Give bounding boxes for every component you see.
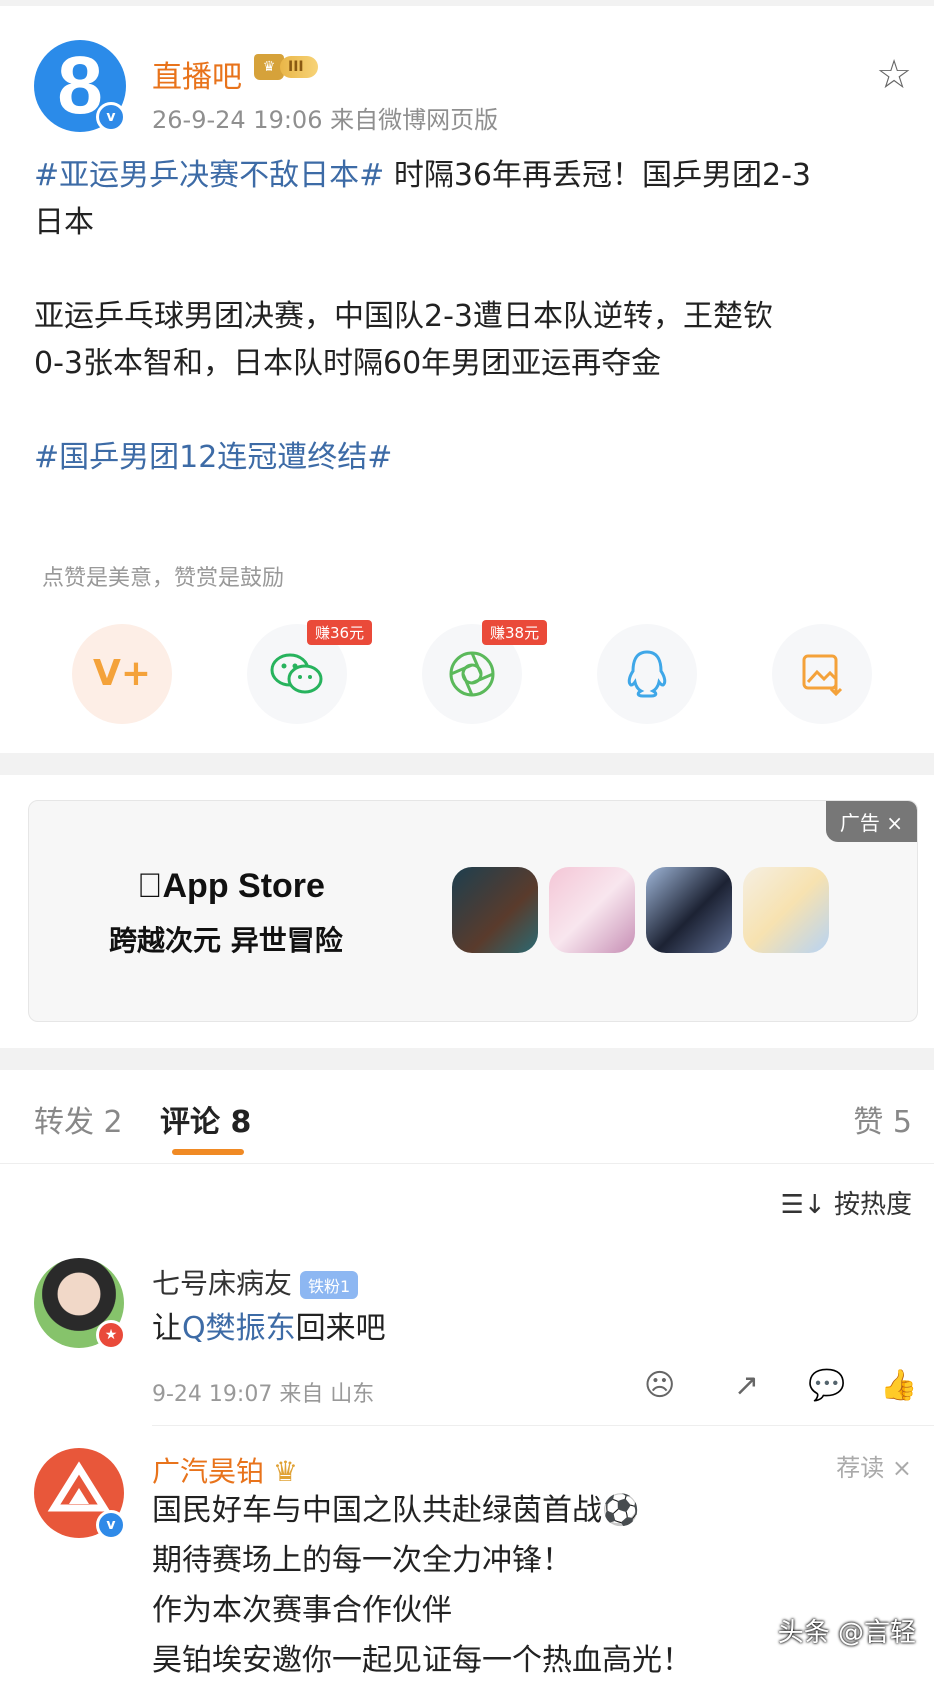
apple-icon:  xyxy=(137,867,163,905)
sort-icon: ☰↓ xyxy=(780,1190,834,1220)
verified-icon: v xyxy=(96,1510,126,1540)
watermark: 头条 @言轻 xyxy=(777,1618,916,1648)
share-row: V+ 赚36元 赚38元 xyxy=(72,620,872,728)
sponsored-comment-text: 国民好车与中国之队共赴绿茵首战⚽ 期待赛场上的每一次全力冲锋！ 作为本次赛事合作… xyxy=(152,1493,692,1678)
favorite-star-icon[interactable]: ☆ xyxy=(876,52,912,98)
share-moments-button[interactable]: 赚38元 xyxy=(422,620,548,724)
section-separator xyxy=(0,753,934,775)
top-divider xyxy=(0,0,934,6)
like-icon[interactable]: 👍 xyxy=(880,1368,917,1403)
game-icon[interactable] xyxy=(743,867,829,953)
earn-badge: 赚38元 xyxy=(482,620,548,645)
verified-icon: v xyxy=(96,102,126,132)
comment-tabs: 转发 2 评论 8 赞 5 xyxy=(0,1071,934,1165)
member-level-badge: ♛ III xyxy=(254,54,318,80)
post-content: #亚运男乒决赛不敌日本# 时隔36年再丢冠！国乒男团2-3 日本 亚运乒乓球男团… xyxy=(34,158,811,475)
share-wechat-button[interactable]: 赚36元 xyxy=(247,620,373,724)
reply-icon[interactable]: 💬 xyxy=(808,1368,845,1403)
sort-button[interactable]: ☰↓ 按热度 xyxy=(781,1184,912,1221)
game-icon[interactable] xyxy=(452,867,538,953)
qq-icon xyxy=(597,624,697,724)
author-name[interactable]: 直播吧 xyxy=(152,52,242,96)
crown-icon: ♛ xyxy=(272,1455,299,1488)
tab-comment[interactable]: 评论 8 xyxy=(160,1097,251,1141)
share-qq-button[interactable] xyxy=(597,624,697,724)
recommend-close-button[interactable]: 荐读 × xyxy=(836,1448,912,1483)
commenter-name[interactable]: 广汽昊铂 ♛ xyxy=(152,1450,298,1490)
share-icon[interactable]: ↗ xyxy=(734,1368,759,1403)
game-icon[interactable] xyxy=(646,867,732,953)
post-meta: 26-9-24 19:06 来自微博网页版 xyxy=(152,106,499,134)
tab-repost[interactable]: 转发 2 xyxy=(34,1097,123,1141)
comment-meta: 9-24 19:07 来自 山东 xyxy=(152,1382,375,1407)
reward-hint: 点赞是美意，赞赏是鼓励 xyxy=(42,566,285,591)
hashtag-link[interactable]: #亚运男乒决赛不敌日本# xyxy=(34,158,384,193)
ad-close-button[interactable]: 广告 × xyxy=(825,801,917,842)
ad-slogan: 跨越次元 异世冒险 xyxy=(109,924,343,957)
search-link[interactable]: Q樊振东 xyxy=(182,1311,296,1346)
game-icon[interactable] xyxy=(549,867,635,953)
hashtag-link[interactable]: #国乒男团12连冠遭终结# xyxy=(34,440,392,475)
comment-text: 让Q樊振东回来吧 xyxy=(152,1311,386,1346)
ad-card[interactable]: 广告 × App Store 跨越次元 异世冒险 xyxy=(28,800,918,1022)
image-download-icon xyxy=(772,624,872,724)
save-image-button[interactable] xyxy=(772,624,872,724)
reward-v-icon: V+ xyxy=(92,653,152,694)
tab-like[interactable]: 赞 5 xyxy=(853,1097,912,1141)
member-badge-icon: ★ xyxy=(96,1320,126,1350)
commenter-name[interactable]: 七号床病友 铁粉1 xyxy=(152,1262,359,1302)
reward-button[interactable]: V+ xyxy=(72,624,172,724)
fan-badge: 铁粉1 xyxy=(300,1271,359,1299)
earn-badge: 赚36元 xyxy=(307,620,373,645)
section-separator xyxy=(0,1048,934,1070)
app-store-logo: App Store xyxy=(137,867,325,905)
sad-face-icon[interactable]: ☹ xyxy=(644,1368,675,1403)
tab-underline xyxy=(172,1149,244,1155)
